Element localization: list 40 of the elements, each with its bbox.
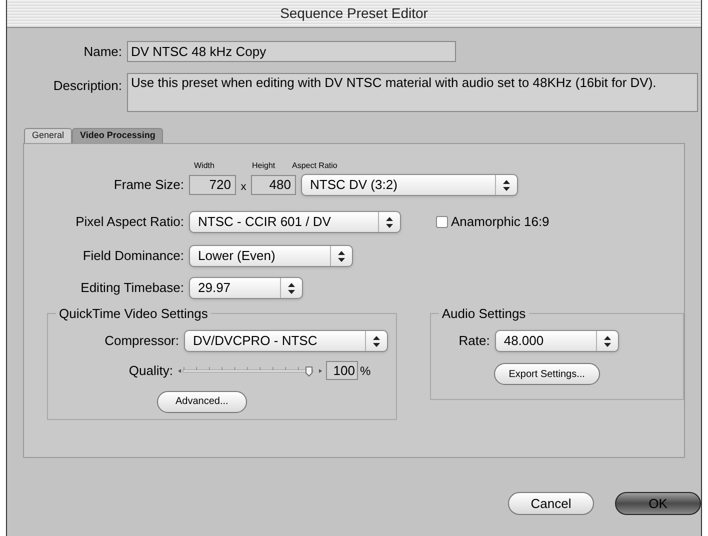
dialog-button[interactable]: Export Settings... bbox=[494, 363, 600, 385]
percent-label: % bbox=[360, 362, 371, 380]
stepper-arrows-icon bbox=[373, 336, 380, 346]
quality-field[interactable]: 100 bbox=[326, 361, 358, 380]
checkbox[interactable] bbox=[436, 216, 448, 228]
tab[interactable]: General bbox=[24, 128, 72, 143]
field-label: Pixel Aspect Ratio: bbox=[74, 213, 185, 232]
field-label: Field Dominance: bbox=[82, 247, 185, 266]
popup-menu[interactable]: DV/DVCPRO - NTSC bbox=[184, 330, 388, 352]
width-field[interactable]: 720 bbox=[189, 175, 236, 195]
window-title: Sequence Preset Editor bbox=[280, 4, 428, 23]
popup-menu[interactable]: Lower (Even) bbox=[189, 245, 353, 267]
dialog-button[interactable]: Cancel bbox=[508, 492, 594, 515]
stepper-arrows-icon bbox=[503, 180, 510, 190]
stepper-arrows-icon bbox=[604, 336, 611, 346]
popup-menu[interactable]: 48.000 bbox=[494, 330, 619, 352]
quality-slider-drawing[interactable] bbox=[178, 364, 322, 378]
popup-menu[interactable]: NTSC DV (3:2) bbox=[301, 174, 518, 196]
stepper-arrows-icon bbox=[386, 216, 393, 228]
field-label: Editing Timebase: bbox=[80, 279, 185, 298]
field-label: Compressor: bbox=[104, 332, 180, 350]
column-label: Aspect Ratio bbox=[292, 160, 338, 172]
times-sign: x bbox=[240, 180, 248, 195]
stepper-arrows-icon bbox=[288, 282, 295, 294]
field-label: Frame Size: bbox=[112, 176, 185, 194]
field-label: Quality: bbox=[128, 362, 174, 380]
popup-menu[interactable]: NTSC - CCIR 601 / DV bbox=[189, 211, 401, 233]
height-field[interactable]: 480 bbox=[251, 175, 296, 195]
checkbox-label: Anamorphic 16:9 bbox=[451, 213, 550, 232]
field-label: Rate: bbox=[458, 332, 491, 350]
column-label: Height bbox=[252, 160, 276, 172]
column-label: Width bbox=[194, 160, 216, 172]
field-label: Description: bbox=[52, 77, 123, 95]
dialog-button[interactable]: Advanced... bbox=[156, 390, 247, 412]
description-field[interactable]: Use this preset when editing with DV NTSC material with audio set to 48KHz (16bit for DV). bbox=[127, 73, 698, 112]
popup-menu[interactable]: 29.97 bbox=[189, 277, 303, 299]
stepper-arrows-icon bbox=[338, 250, 345, 262]
name-field[interactable]: DV NTSC 48 kHz Copy bbox=[127, 41, 456, 62]
tab[interactable]: Video Processing bbox=[72, 128, 164, 143]
field-label: Name: bbox=[82, 42, 123, 61]
